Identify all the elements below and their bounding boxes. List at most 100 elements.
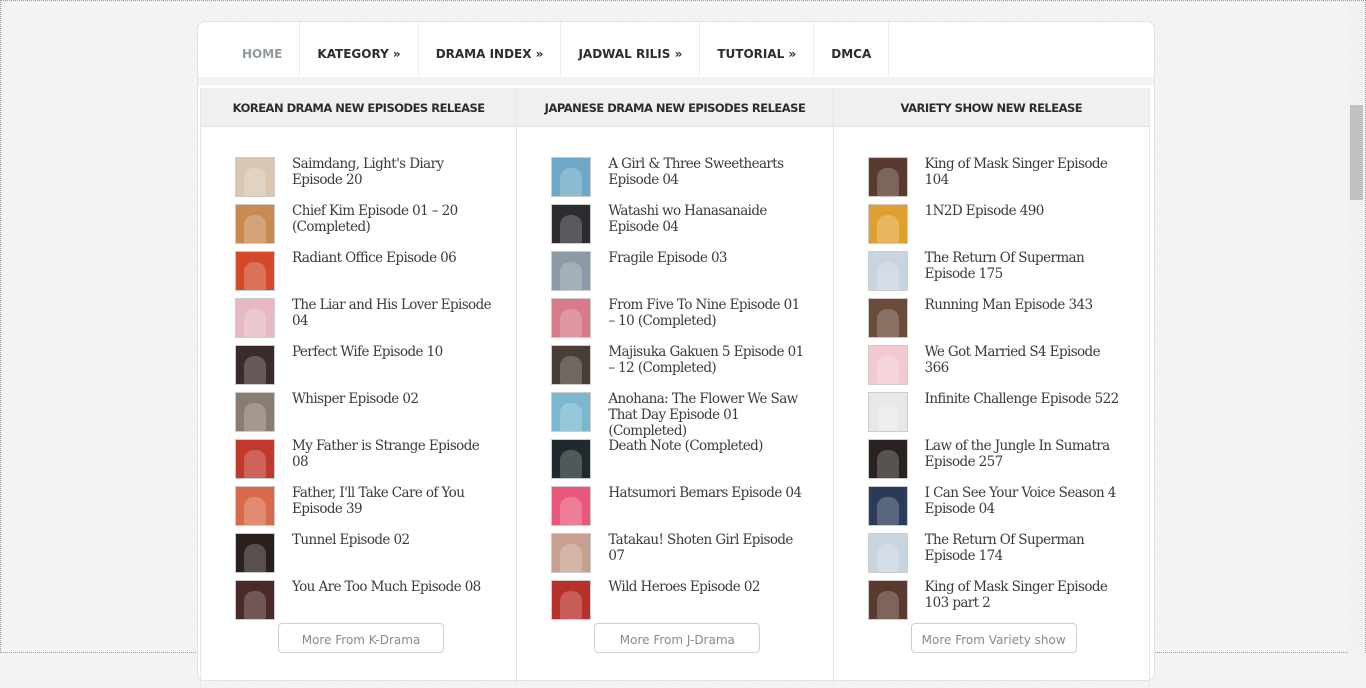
episode-list-item[interactable]: A Girl & Three Sweethearts Episode 04 bbox=[551, 156, 821, 203]
episode-title-link[interactable]: Perfect Wife Episode 10 bbox=[292, 344, 492, 360]
episode-list-item[interactable]: Whisper Episode 02 bbox=[235, 391, 505, 438]
episode-list-item[interactable]: The Return Of Superman Episode 174 bbox=[867, 532, 1138, 579]
episode-title-link[interactable]: I Can See Your Voice Season 4 Episode 04 bbox=[925, 485, 1125, 517]
nav-drama-index[interactable]: DRAMA INDEX » bbox=[419, 22, 562, 85]
nav-home[interactable]: HOME bbox=[226, 22, 301, 85]
episode-thumbnail[interactable] bbox=[551, 580, 592, 620]
episode-list-item[interactable]: We Got Married S4 Episode 366 bbox=[867, 344, 1138, 391]
episode-title-link[interactable]: Saimdang, Light's Diary Episode 20 bbox=[292, 156, 492, 188]
nav-jadwal-rilis[interactable]: JADWAL RILIS » bbox=[561, 22, 701, 85]
episode-list-item[interactable]: I Can See Your Voice Season 4 Episode 04 bbox=[867, 485, 1138, 532]
episode-title-link[interactable]: Chief Kim Episode 01 – 20 (Completed) bbox=[292, 203, 492, 235]
episode-thumbnail[interactable] bbox=[867, 298, 908, 338]
episode-thumbnail[interactable] bbox=[867, 486, 908, 526]
episode-title-link[interactable]: Tunnel Episode 02 bbox=[292, 532, 492, 548]
more-k-drama-button[interactable]: More From K-Drama bbox=[278, 623, 444, 653]
episode-title-link[interactable]: Tatakau! Shoten Girl Episode 07 bbox=[608, 532, 808, 564]
episode-list-item[interactable]: Perfect Wife Episode 10 bbox=[235, 344, 505, 391]
episode-list-item[interactable]: The Liar and His Lover Episode 04 bbox=[235, 297, 505, 344]
episode-title-link[interactable]: Radiant Office Episode 06 bbox=[292, 250, 492, 266]
episode-list-item[interactable]: Majisuka Gakuen 5 Episode 01 – 12 (Compl… bbox=[551, 344, 821, 391]
episode-thumbnail[interactable] bbox=[551, 251, 592, 291]
episode-list-item[interactable]: From Five To Nine Episode 01 – 10 (Compl… bbox=[551, 297, 821, 344]
episode-title-link[interactable]: Hatsumori Bemars Episode 04 bbox=[608, 485, 808, 501]
episode-title-link[interactable]: You Are Too Much Episode 08 bbox=[292, 579, 492, 595]
episode-title-link[interactable]: A Girl & Three Sweethearts Episode 04 bbox=[608, 156, 808, 188]
episode-title-link[interactable]: Infinite Challenge Episode 522 bbox=[925, 391, 1125, 407]
episode-thumbnail[interactable] bbox=[867, 345, 908, 385]
episode-title-link[interactable]: King of Mask Singer Episode 104 bbox=[925, 156, 1125, 188]
page-scrollbar[interactable] bbox=[1348, 1, 1365, 654]
episode-title-link[interactable]: Wild Heroes Episode 02 bbox=[608, 579, 808, 595]
episode-thumbnail[interactable] bbox=[551, 439, 592, 479]
more-j-drama-button[interactable]: More From J-Drama bbox=[594, 623, 761, 653]
episode-title-link[interactable]: Majisuka Gakuen 5 Episode 01 – 12 (Compl… bbox=[608, 344, 808, 376]
episode-thumbnail[interactable] bbox=[235, 486, 275, 526]
episode-list-item[interactable]: 1N2D Episode 490 bbox=[867, 203, 1138, 250]
episode-list-item[interactable]: My Father is Strange Episode 08 bbox=[235, 438, 505, 485]
episode-title-link[interactable]: Law of the Jungle In Sumatra Episode 257 bbox=[925, 438, 1125, 470]
episode-thumbnail[interactable] bbox=[551, 533, 592, 573]
episode-list-item[interactable]: Radiant Office Episode 06 bbox=[235, 250, 505, 297]
episode-title-link[interactable]: The Liar and His Lover Episode 04 bbox=[292, 297, 492, 329]
episode-thumbnail[interactable] bbox=[551, 204, 592, 244]
episode-thumbnail[interactable] bbox=[867, 157, 908, 197]
episode-title-link[interactable]: From Five To Nine Episode 01 – 10 (Compl… bbox=[608, 297, 808, 329]
episode-list-item[interactable]: King of Mask Singer Episode 103 part 2 bbox=[867, 579, 1138, 626]
nav-kategory[interactable]: KATEGORY » bbox=[300, 22, 419, 85]
episode-title-link[interactable]: Anohana: The Flower We Saw That Day Epis… bbox=[608, 391, 808, 439]
episode-thumbnail[interactable] bbox=[235, 204, 275, 244]
episode-thumbnail[interactable] bbox=[235, 251, 275, 291]
episode-list-item[interactable]: Fragile Episode 03 bbox=[551, 250, 821, 297]
episode-thumbnail[interactable] bbox=[867, 533, 908, 573]
episode-list-item[interactable]: Anohana: The Flower We Saw That Day Epis… bbox=[551, 391, 821, 439]
episode-list-item[interactable]: Wild Heroes Episode 02 bbox=[551, 579, 821, 626]
episode-thumbnail[interactable] bbox=[235, 533, 275, 573]
episode-list-item[interactable]: Running Man Episode 343 bbox=[867, 297, 1138, 344]
more-variety-show-button[interactable]: More From Variety show bbox=[910, 623, 1077, 653]
episode-list-item[interactable]: Watashi wo Hanasanaide Episode 04 bbox=[551, 203, 821, 250]
episode-title-link[interactable]: We Got Married S4 Episode 366 bbox=[925, 344, 1125, 376]
episode-list-item[interactable]: King of Mask Singer Episode 104 bbox=[867, 156, 1138, 203]
episode-title-link[interactable]: Watashi wo Hanasanaide Episode 04 bbox=[608, 203, 808, 235]
episode-thumbnail[interactable] bbox=[235, 157, 275, 197]
episode-list-item[interactable]: Law of the Jungle In Sumatra Episode 257 bbox=[867, 438, 1138, 485]
episode-list-item[interactable]: Death Note (Completed) bbox=[551, 438, 821, 485]
episode-title-link[interactable]: Death Note (Completed) bbox=[608, 438, 808, 454]
episode-title-link[interactable]: King of Mask Singer Episode 103 part 2 bbox=[925, 579, 1125, 611]
episode-thumbnail[interactable] bbox=[551, 486, 592, 526]
episode-list-item[interactable]: Infinite Challenge Episode 522 bbox=[867, 391, 1138, 438]
episode-thumbnail[interactable] bbox=[235, 580, 275, 620]
episode-thumbnail[interactable] bbox=[551, 298, 592, 338]
episode-thumbnail[interactable] bbox=[867, 204, 908, 244]
episode-title-link[interactable]: Whisper Episode 02 bbox=[292, 391, 492, 407]
episode-list-item[interactable]: The Return Of Superman Episode 175 bbox=[867, 250, 1138, 297]
episode-title-link[interactable]: Fragile Episode 03 bbox=[608, 250, 808, 266]
episode-thumbnail[interactable] bbox=[867, 251, 908, 291]
episode-thumbnail[interactable] bbox=[235, 392, 275, 432]
episode-thumbnail[interactable] bbox=[867, 439, 908, 479]
episode-thumbnail[interactable] bbox=[551, 157, 592, 197]
episode-thumbnail[interactable] bbox=[235, 439, 275, 479]
nav-tutorial[interactable]: TUTORIAL » bbox=[700, 22, 815, 85]
episode-list-item[interactable]: Hatsumori Bemars Episode 04 bbox=[551, 485, 821, 532]
episode-list-item[interactable]: You Are Too Much Episode 08 bbox=[235, 579, 505, 626]
episode-title-link[interactable]: Father, I'll Take Care of You Episode 39 bbox=[292, 485, 492, 517]
scrollbar-thumb[interactable] bbox=[1350, 105, 1363, 200]
episode-list-item[interactable]: Chief Kim Episode 01 – 20 (Completed) bbox=[235, 203, 505, 250]
episode-list-item[interactable]: Saimdang, Light's Diary Episode 20 bbox=[235, 156, 505, 203]
episode-thumbnail[interactable] bbox=[235, 345, 275, 385]
episode-list-item[interactable]: Tunnel Episode 02 bbox=[235, 532, 505, 579]
episode-thumbnail[interactable] bbox=[551, 345, 592, 385]
episode-list-item[interactable]: Tatakau! Shoten Girl Episode 07 bbox=[551, 532, 821, 579]
nav-dmca[interactable]: DMCA bbox=[814, 22, 890, 85]
episode-thumbnail[interactable] bbox=[235, 298, 275, 338]
episode-title-link[interactable]: Running Man Episode 343 bbox=[925, 297, 1125, 313]
episode-title-link[interactable]: My Father is Strange Episode 08 bbox=[292, 438, 492, 470]
episode-title-link[interactable]: 1N2D Episode 490 bbox=[925, 203, 1125, 219]
episode-list-item[interactable]: Father, I'll Take Care of You Episode 39 bbox=[235, 485, 505, 532]
episode-title-link[interactable]: The Return Of Superman Episode 175 bbox=[925, 250, 1125, 282]
episode-thumbnail[interactable] bbox=[867, 580, 908, 620]
episode-thumbnail[interactable] bbox=[867, 392, 908, 432]
episode-thumbnail[interactable] bbox=[551, 392, 592, 432]
